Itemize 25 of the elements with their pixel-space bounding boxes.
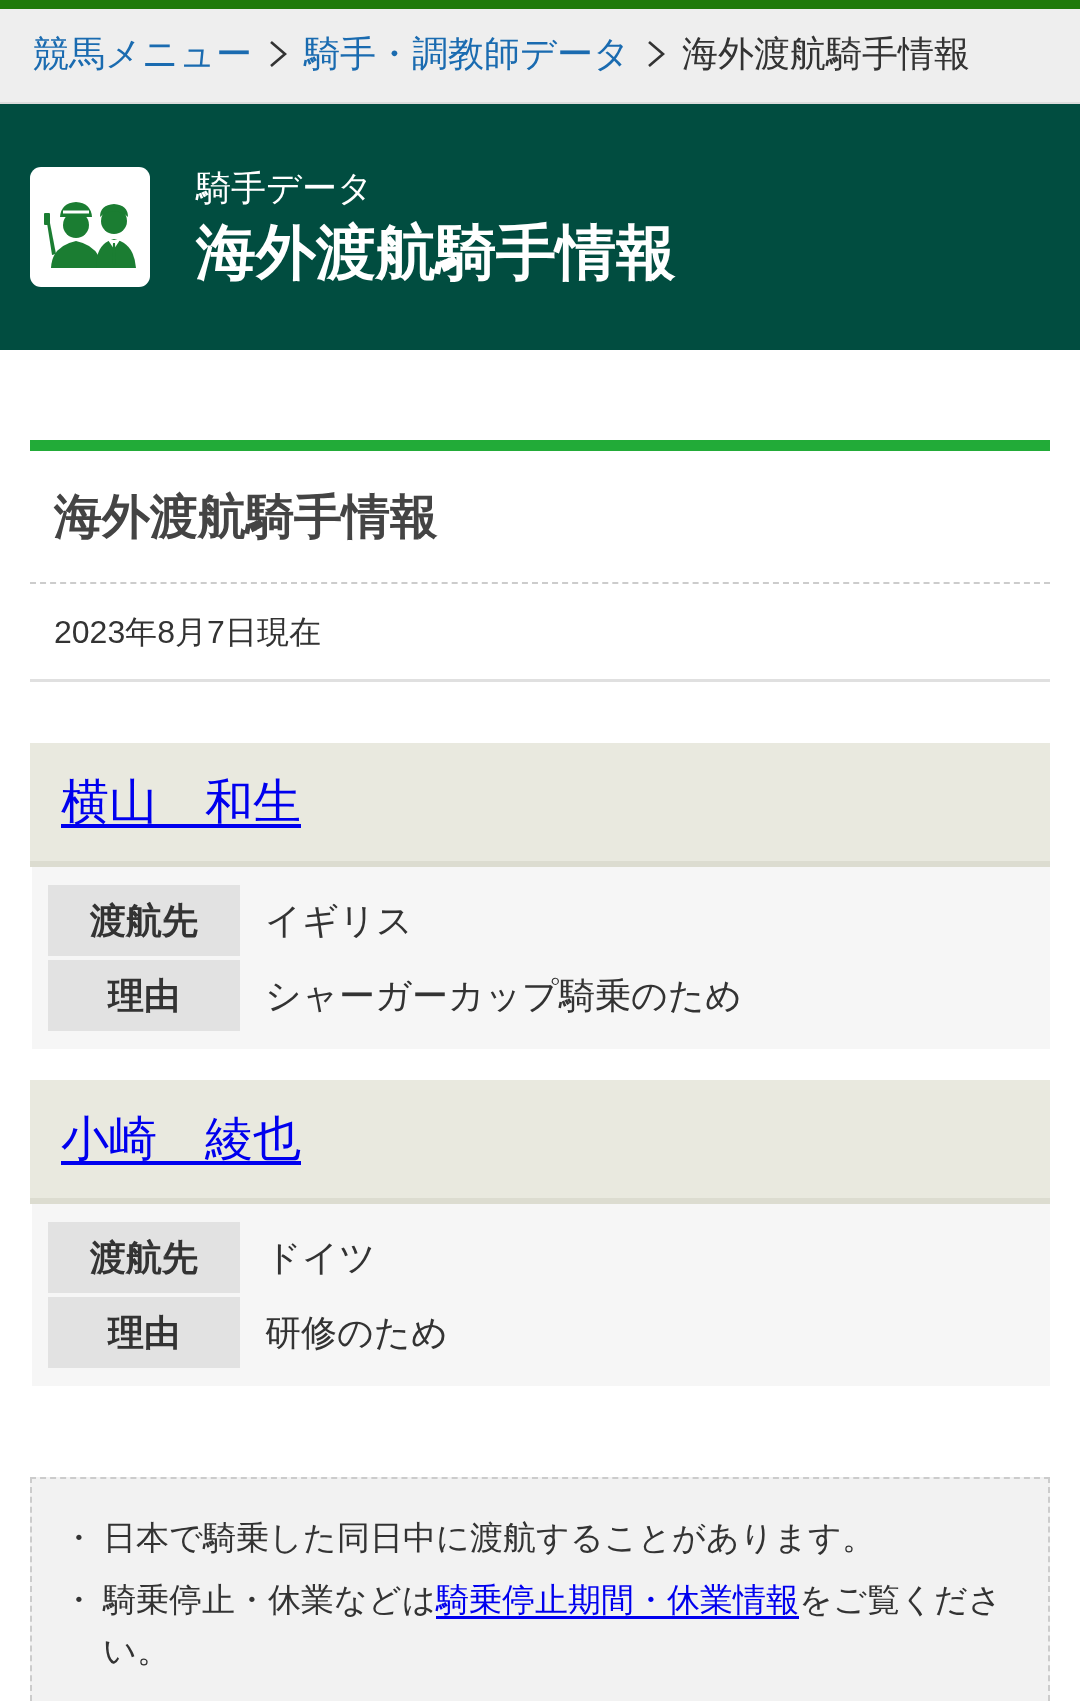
value-cell: シャーガーカップ騎乗のため xyxy=(265,973,742,1018)
note-link[interactable]: 騎乗停止期間・休業情報 xyxy=(436,1581,799,1618)
page-title: 海外渡航騎手情報 xyxy=(196,217,676,288)
note-text: 日本で騎乗した同日中に渡航することがあります。 xyxy=(103,1518,876,1558)
chevron-icon xyxy=(647,39,665,68)
chevron-icon xyxy=(269,39,287,68)
label-cell: 理由 xyxy=(48,960,240,1031)
breadcrumb-link[interactable]: 騎手・調教師データ xyxy=(304,31,630,76)
header-category: 騎手データ xyxy=(196,166,374,209)
jockey-name-link[interactable]: 横山 和生 xyxy=(61,773,301,831)
bullet-mark: ・ xyxy=(62,1518,96,1558)
note-text: 騎乗停止・休業などは騎乗停止期間・休業情報をご覧ください。 xyxy=(103,1580,1003,1671)
label-cell: 理由 xyxy=(48,1297,240,1368)
label-cell: 渡航先 xyxy=(48,1222,240,1293)
breadcrumb-link[interactable]: 競馬メニュー xyxy=(33,31,252,76)
label-cell: 渡航先 xyxy=(48,885,240,956)
jockey-and-man-icon xyxy=(30,167,150,287)
value-cell: イギリス xyxy=(265,898,413,943)
as-of-date: 2023年8月7日現在 xyxy=(54,612,321,652)
value-cell: ドイツ xyxy=(265,1235,376,1280)
bullet-mark: ・ xyxy=(62,1580,96,1620)
value-cell: 研修のため xyxy=(265,1310,448,1355)
section-title: 海外渡航騎手情報 xyxy=(54,488,438,545)
jockey-name-link[interactable]: 小崎 綾也 xyxy=(61,1110,301,1168)
breadcrumb-current: 海外渡航騎手情報 xyxy=(682,31,970,76)
